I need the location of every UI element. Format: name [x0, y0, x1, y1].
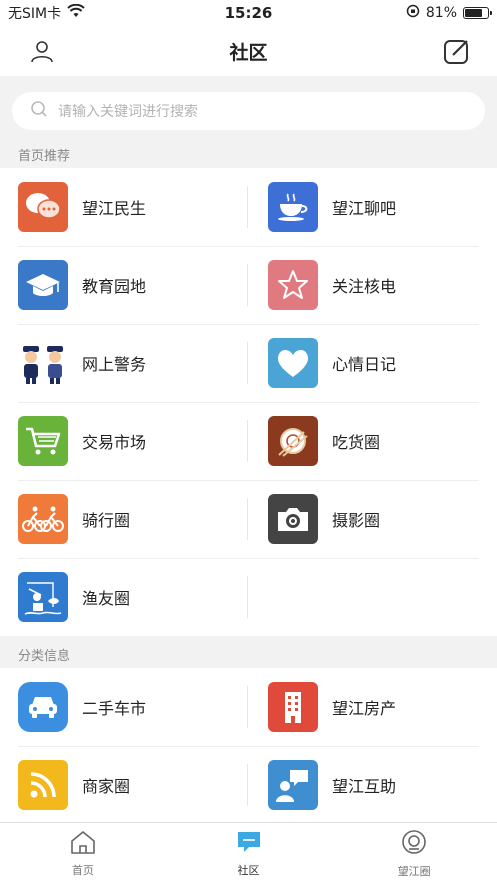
item-cycling[interactable]: 骑行圈 [0, 480, 248, 558]
building-icon [268, 682, 318, 732]
item-mutual-help[interactable]: 望江互助 [248, 746, 496, 824]
shopping-cart-icon [18, 416, 68, 466]
status-bar: 无SIM卡 15:26 81% [0, 0, 497, 26]
item-used-cars[interactable]: 二手车市 [0, 668, 248, 746]
status-time: 15:26 [224, 4, 273, 22]
item-mood-diary[interactable]: 心情日记 [248, 324, 496, 402]
chat-bubbles-icon [18, 182, 68, 232]
star-icon [268, 260, 318, 310]
item-education[interactable]: 教育园地 [0, 246, 248, 324]
item-photography[interactable]: 摄影圈 [248, 480, 496, 558]
heart-icon [268, 338, 318, 388]
fishing-icon [18, 572, 68, 622]
coffee-cup-icon [268, 182, 318, 232]
tab-wangjiang-circle[interactable]: 望江圈 [331, 823, 497, 883]
battery-icon [463, 7, 492, 19]
help-person-icon [268, 760, 318, 810]
carrier-label: 无SIM卡 [8, 6, 62, 22]
item-trade-market[interactable]: 交易市场 [0, 402, 248, 480]
item-nuclear-power[interactable]: 关注核电 [248, 246, 496, 324]
orientation-lock-icon [406, 4, 420, 22]
police-icon [18, 338, 68, 388]
empty-cell [248, 558, 496, 636]
item-wangjiang-minsheng[interactable]: 望江民生 [0, 168, 248, 246]
nav-bar: 社区 [0, 26, 497, 76]
cycling-icon [18, 494, 68, 544]
item-foodie[interactable]: 吃货圈 [248, 402, 496, 480]
item-online-police[interactable]: 网上警务 [0, 324, 248, 402]
battery-percent: 81% [425, 5, 457, 21]
tab-home[interactable]: 首页 [0, 823, 166, 883]
food-plate-icon [268, 416, 318, 466]
edit-icon[interactable] [443, 37, 471, 69]
classified-grid: 二手车市 望江房产 商家圈 望江互助 [0, 668, 497, 824]
search-input[interactable]: 请输入关键词进行搜索 [12, 92, 485, 130]
page-title: 社区 [229, 41, 268, 64]
wifi-icon [67, 3, 85, 22]
section-title-classified: 分类信息 [0, 640, 497, 668]
section-title-recommend: 首页推荐 [0, 140, 497, 168]
item-wangjiang-liaoba[interactable]: 望江聊吧 [248, 168, 496, 246]
car-icon [18, 682, 68, 732]
circle-icon [400, 828, 428, 860]
user-icon[interactable] [30, 39, 54, 67]
search-area: 请输入关键词进行搜索 [0, 76, 497, 144]
item-real-estate[interactable]: 望江房产 [248, 668, 496, 746]
community-chat-icon [235, 829, 263, 859]
item-merchants[interactable]: 商家圈 [0, 746, 248, 824]
tab-bar: 首页 社区 望江圈 [0, 822, 497, 883]
item-fishing[interactable]: 渔友圈 [0, 558, 248, 636]
search-icon [30, 100, 48, 122]
camera-icon [268, 494, 318, 544]
home-icon [69, 829, 97, 859]
rss-icon [18, 760, 68, 810]
graduation-cap-icon [18, 260, 68, 310]
search-placeholder: 请输入关键词进行搜索 [58, 104, 198, 120]
recommend-grid: 望江民生 望江聊吧 教育园地 关注核电 网上警务 心情日记 交易市场 吃货圈 骑… [0, 168, 497, 636]
tab-community[interactable]: 社区 [166, 823, 332, 883]
